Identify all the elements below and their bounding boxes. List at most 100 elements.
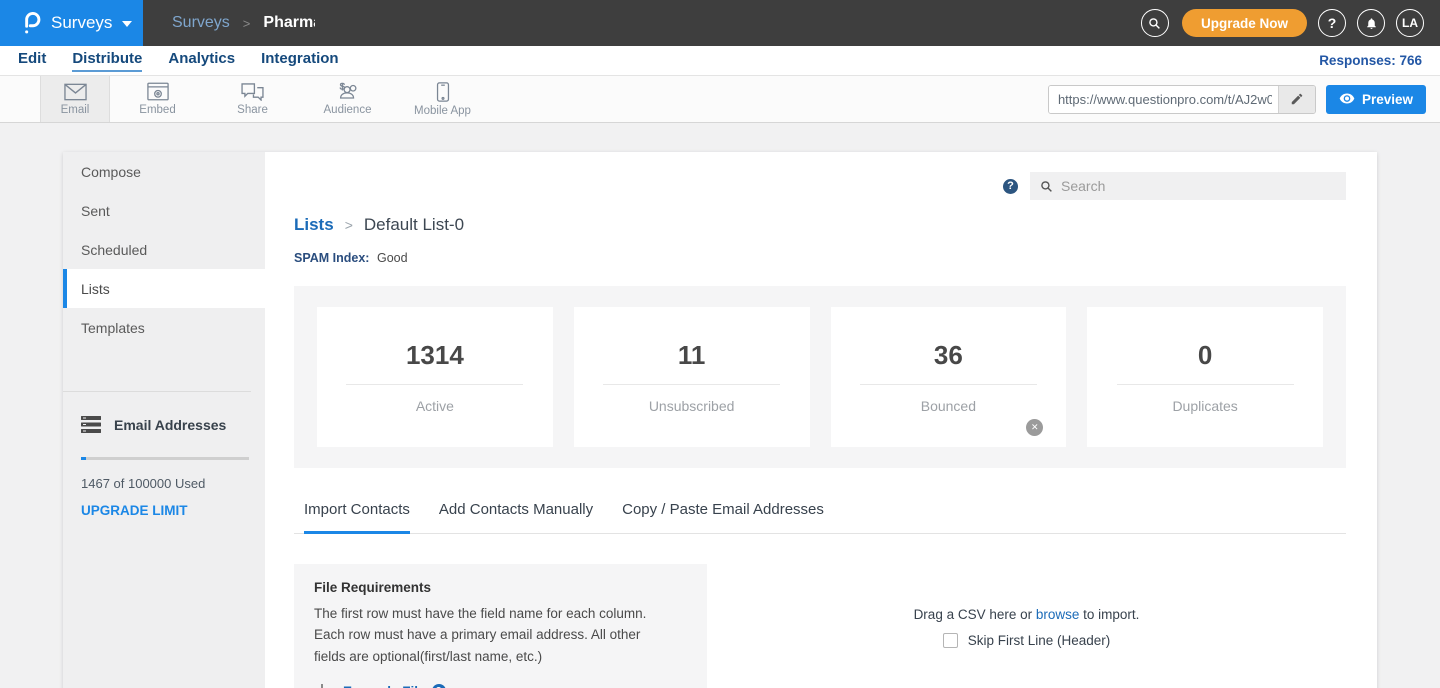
- help-button[interactable]: ?: [1318, 9, 1346, 37]
- duplicates-label: Duplicates: [1172, 398, 1237, 414]
- breadcrumb: Surveys > Pharma: [172, 0, 315, 46]
- avatar-initials: LA: [1402, 16, 1418, 30]
- tab-import-contacts[interactable]: Import Contacts: [304, 501, 410, 534]
- breadcrumb-survey-name: Pharma: [263, 14, 315, 32]
- contact-search-input[interactable]: [1061, 178, 1336, 194]
- tab-analytics[interactable]: Analytics: [168, 50, 235, 72]
- skip-first-line-row: Skip First Line (Header): [943, 633, 1111, 648]
- skip-first-line-checkbox[interactable]: [943, 633, 958, 648]
- sidebar-item-sent[interactable]: Sent: [63, 191, 265, 230]
- search-icon: [1040, 180, 1053, 193]
- distribute-toolbar: Email Embed Share $ Audience Mobile App: [0, 76, 1440, 123]
- lists-main-panel: ? Lists > Default List-0 SPAM Index: Goo…: [265, 152, 1377, 688]
- search-row: ?: [294, 172, 1346, 200]
- divider: [860, 384, 1037, 385]
- usage-progress-bar: [81, 457, 249, 460]
- spam-index-value: Good: [377, 251, 408, 265]
- import-contacts-body: File Requirements The first row must hav…: [294, 564, 1346, 688]
- file-requirements-box: File Requirements The first row must hav…: [294, 564, 707, 688]
- dropzone-instruction: Drag a CSV here or browse to import.: [914, 607, 1140, 622]
- unsubscribed-count: 11: [678, 340, 706, 371]
- lists-link[interactable]: Lists: [294, 215, 334, 235]
- stat-card-unsubscribed: 11 Unsubscribed: [574, 307, 810, 447]
- eye-icon: [1339, 93, 1355, 105]
- sidebar-item-templates[interactable]: Templates: [63, 308, 265, 347]
- breadcrumb-surveys-link[interactable]: Surveys: [172, 14, 230, 32]
- active-count: 1314: [406, 340, 464, 371]
- file-requirements-title: File Requirements: [314, 580, 687, 595]
- survey-url-input[interactable]: [1049, 86, 1278, 113]
- header-search-button[interactable]: [1141, 9, 1169, 37]
- tab-copy-paste-email-addresses[interactable]: Copy / Paste Email Addresses: [622, 501, 824, 534]
- spam-index-label: SPAM Index:: [294, 251, 369, 265]
- current-list-name: Default List-0: [364, 215, 464, 235]
- channel-embed-label: Embed: [139, 104, 175, 116]
- channel-share[interactable]: Share: [205, 76, 300, 122]
- skip-first-line-label: Skip First Line (Header): [968, 633, 1111, 648]
- survey-link-area: Preview: [1048, 76, 1440, 122]
- product-switcher[interactable]: Surveys: [0, 0, 143, 46]
- notifications-button[interactable]: [1357, 9, 1385, 37]
- tab-add-contacts-manually[interactable]: Add Contacts Manually: [439, 501, 593, 534]
- tab-distribute[interactable]: Distribute: [72, 50, 142, 72]
- dropzone-text-before: Drag a CSV here or: [914, 607, 1036, 622]
- contact-search-box: [1030, 172, 1346, 200]
- divider: [346, 384, 523, 385]
- browse-link[interactable]: browse: [1036, 607, 1080, 622]
- channel-email[interactable]: Email: [40, 76, 110, 122]
- upgrade-limit-link[interactable]: UPGRADE LIMIT: [81, 503, 188, 518]
- tab-integration[interactable]: Integration: [261, 50, 339, 72]
- csv-dropzone[interactable]: Drag a CSV here or browse to import. Ski…: [707, 564, 1346, 688]
- stat-card-duplicates: 0 Duplicates: [1087, 307, 1323, 447]
- sidebar-item-lists[interactable]: Lists: [63, 269, 265, 308]
- email-icon: [64, 83, 87, 101]
- upgrade-now-button[interactable]: Upgrade Now: [1182, 9, 1307, 37]
- content-card: Compose Sent Scheduled Lists Templates: [63, 152, 1377, 688]
- channel-embed[interactable]: Embed: [110, 76, 205, 122]
- spam-index-row: SPAM Index: Good: [294, 251, 1346, 265]
- breadcrumb-separator: >: [345, 217, 353, 233]
- list-help-button[interactable]: ?: [1003, 179, 1018, 194]
- example-file-row: Example File ?: [314, 684, 687, 688]
- close-icon[interactable]: ✕: [1026, 419, 1043, 436]
- usage-text: 1467 of 100000 Used: [81, 476, 247, 491]
- survey-nav-tabs: Edit Distribute Analytics Integration Re…: [0, 46, 1440, 76]
- product-name: Surveys: [51, 13, 112, 33]
- example-file-link[interactable]: Example File: [343, 684, 426, 688]
- tab-edit[interactable]: Edit: [18, 50, 46, 72]
- sidebar-item-compose[interactable]: Compose: [63, 152, 265, 191]
- question-mark-icon: ?: [1328, 15, 1337, 31]
- bell-icon: [1365, 17, 1378, 30]
- embed-icon: [147, 82, 169, 101]
- divider: [603, 384, 780, 385]
- example-file-help-icon[interactable]: ?: [432, 684, 446, 688]
- preview-button[interactable]: Preview: [1326, 85, 1426, 114]
- edit-url-button[interactable]: [1278, 86, 1315, 113]
- usage-progress-fill: [81, 457, 86, 460]
- user-avatar[interactable]: LA: [1396, 9, 1424, 37]
- duplicates-count: 0: [1198, 340, 1212, 371]
- chevron-down-icon: [122, 21, 132, 27]
- file-requirements-text: The first row must have the field name f…: [314, 603, 674, 667]
- share-icon: [241, 82, 264, 101]
- responses-count[interactable]: Responses: 766: [1319, 53, 1422, 68]
- questionpro-logo-icon: [21, 10, 42, 36]
- channel-audience[interactable]: $ Audience: [300, 76, 395, 122]
- email-addresses-title: Email Addresses: [114, 417, 226, 433]
- unsubscribed-label: Unsubscribed: [649, 398, 735, 414]
- survey-url-box: [1048, 85, 1316, 114]
- dropzone-text-after: to import.: [1079, 607, 1139, 622]
- search-icon: [1148, 17, 1161, 30]
- list-icon: [81, 416, 101, 433]
- stat-card-bounced: 36 Bounced ✕: [831, 307, 1067, 447]
- channel-mobile-app[interactable]: Mobile App: [395, 76, 490, 122]
- top-header: Surveys Surveys > Pharma Upgrade Now ? L…: [0, 0, 1440, 46]
- download-icon: [314, 684, 330, 688]
- list-stats-panel: 1314 Active 11 Unsubscribed 36 Bounced ✕…: [294, 286, 1346, 468]
- contact-import-tabs: Import Contacts Add Contacts Manually Co…: [294, 501, 1346, 534]
- email-addresses-block: Email Addresses 1467 of 100000 Used UPGR…: [63, 392, 265, 520]
- sidebar-item-scheduled[interactable]: Scheduled: [63, 230, 265, 269]
- channel-audience-label: Audience: [324, 104, 372, 116]
- pencil-icon: [1290, 92, 1304, 106]
- bounced-label: Bounced: [921, 398, 976, 414]
